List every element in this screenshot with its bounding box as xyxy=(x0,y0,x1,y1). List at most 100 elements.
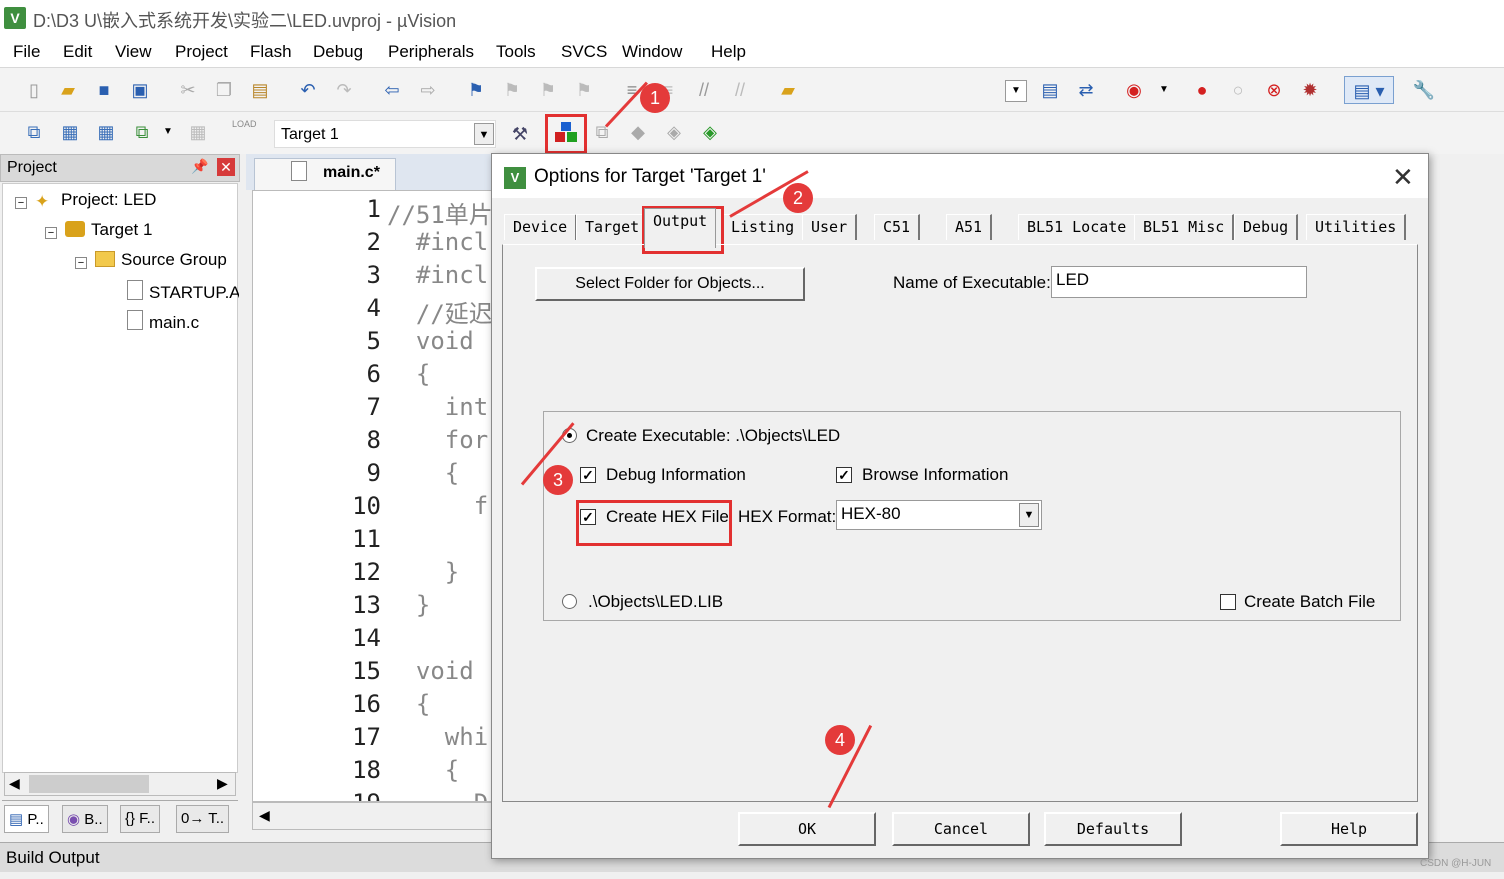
editor-horizontal-scrollbar[interactable]: ◀ xyxy=(252,802,502,830)
target-select-arrow-icon[interactable]: ▼ xyxy=(474,123,494,145)
target-select[interactable]: Target 1 xyxy=(274,120,496,148)
tab-functions[interactable]: {} F.. xyxy=(120,805,161,833)
menu-file[interactable]: File xyxy=(13,42,40,62)
breakpoint-kill-all-icon[interactable]: ✹ xyxy=(1298,78,1322,102)
close-icon[interactable]: ✕ xyxy=(217,158,235,176)
close-icon[interactable]: ✕ xyxy=(1392,162,1414,193)
ok-button[interactable]: OK xyxy=(738,812,876,846)
bookmark-icon[interactable]: ⚑ xyxy=(464,78,488,102)
batch-build-icon[interactable]: ⧉ xyxy=(130,120,154,144)
tab-debug[interactable]: Debug xyxy=(1234,214,1299,240)
create-batch-checkbox[interactable] xyxy=(1220,594,1236,610)
find-combo-arrow-icon[interactable]: ▼ xyxy=(1005,80,1027,102)
tab-bl51-misc[interactable]: BL51 Misc xyxy=(1134,214,1235,240)
tab-books[interactable]: ◉ B.. xyxy=(62,805,108,833)
manage-project-items-icon[interactable]: ⚒ xyxy=(508,122,532,146)
cancel-button[interactable]: Cancel xyxy=(892,812,1030,846)
undo-icon[interactable]: ↶ xyxy=(296,78,320,102)
name-exe-input[interactable]: LED xyxy=(1051,266,1307,298)
collapse-icon[interactable]: − xyxy=(15,197,27,209)
configure-icon[interactable]: 🔧 xyxy=(1412,78,1436,102)
software-packs-icon[interactable]: ◈ xyxy=(698,120,722,144)
tab-project[interactable]: ▤ P.. xyxy=(4,805,49,833)
batch-build-dropdown-icon[interactable]: ▼ xyxy=(156,120,180,144)
cut-icon[interactable]: ✂ xyxy=(176,78,200,102)
menu-peripherals[interactable]: Peripherals xyxy=(388,42,474,62)
tree-item-file[interactable]: STARTUP.A51 xyxy=(127,280,239,303)
redo-icon[interactable]: ↷ xyxy=(332,78,356,102)
save-icon[interactable]: ■ xyxy=(92,78,116,102)
breakpoint-disable-icon[interactable]: ○ xyxy=(1226,78,1250,102)
menu-view[interactable]: View xyxy=(115,42,152,62)
tab-templates[interactable]: 0→ T.. xyxy=(176,805,230,833)
menu-window[interactable]: Window xyxy=(622,42,682,62)
menu-tools[interactable]: Tools xyxy=(496,42,536,62)
tab-listing[interactable]: Listing xyxy=(722,214,805,240)
hex-format-select[interactable]: HEX-80 ▼ xyxy=(836,500,1042,530)
find-icon[interactable]: ▤ xyxy=(1038,78,1062,102)
menu-project[interactable]: Project xyxy=(175,42,228,62)
copy-icon[interactable]: ❐ xyxy=(212,78,236,102)
tab-c51[interactable]: C51 xyxy=(874,214,921,240)
download-load-icon[interactable]: LOAD xyxy=(232,118,257,142)
paste-icon[interactable]: ▤ xyxy=(248,78,272,102)
debug-dropdown-icon[interactable]: ▼ xyxy=(1152,78,1176,102)
browse-info-checkbox[interactable]: ✓ xyxy=(836,467,852,483)
start-debug-icon[interactable]: ◉ xyxy=(1122,78,1146,102)
open-folder-icon[interactable]: ▰ xyxy=(56,78,80,102)
select-folder-button[interactable]: Select Folder for Objects... xyxy=(535,267,805,301)
annotation-badge-4: 4 xyxy=(825,725,855,755)
comment-icon[interactable]: // xyxy=(692,78,716,102)
help-button[interactable]: Help xyxy=(1280,812,1418,846)
uncomment-icon[interactable]: // xyxy=(728,78,752,102)
tree-item-source-group[interactable]: Source Group xyxy=(95,250,227,270)
collapse-icon[interactable]: − xyxy=(45,227,57,239)
chevron-down-icon[interactable]: ▼ xyxy=(1019,503,1039,527)
menu-debug[interactable]: Debug xyxy=(313,42,363,62)
tab-a51[interactable]: A51 xyxy=(946,214,993,240)
tab-output[interactable]: Output xyxy=(644,208,717,248)
menu-help[interactable]: Help xyxy=(711,42,746,62)
breakpoint-disable-all-icon[interactable]: ⊗ xyxy=(1262,78,1286,102)
scroll-left-icon[interactable]: ◀ xyxy=(9,775,20,792)
code-editor[interactable]: 12345678910111213141516171819 //51单片 #in… xyxy=(252,190,502,802)
create-lib-radio[interactable] xyxy=(562,594,577,609)
menu-edit[interactable]: Edit xyxy=(63,42,92,62)
nav-forward-icon[interactable]: ⇨ xyxy=(416,78,440,102)
tree-item-project[interactable]: ✦ Project: LED xyxy=(35,190,156,211)
pack-installer-icon[interactable]: ◈ xyxy=(662,120,686,144)
build-icon[interactable]: ▦ xyxy=(58,120,82,144)
project-horizontal-scrollbar[interactable]: ◀ ▶ xyxy=(4,772,236,796)
scrollbar-thumb[interactable] xyxy=(29,775,149,793)
tree-item-file[interactable]: main.c xyxy=(127,310,199,333)
tree-item-target[interactable]: Target 1 xyxy=(65,220,152,240)
tab-device[interactable]: Device xyxy=(504,214,578,240)
new-file-icon[interactable]: ▯ xyxy=(22,78,46,102)
debug-info-checkbox[interactable]: ✓ xyxy=(580,467,596,483)
nav-back-icon[interactable]: ⇦ xyxy=(380,78,404,102)
tab-bl51-locate[interactable]: BL51 Locate xyxy=(1018,214,1137,240)
stop-build-icon[interactable]: ▦ xyxy=(186,120,210,144)
bookmark-next-icon[interactable]: ⚑ xyxy=(536,78,560,102)
window-layout-icon[interactable]: ▤ ▾ xyxy=(1344,76,1394,104)
bookmark-clear-icon[interactable]: ⚑ xyxy=(572,78,596,102)
find-in-files-icon[interactable]: ▰ xyxy=(776,78,800,102)
bookmark-prev-icon[interactable]: ⚑ xyxy=(500,78,524,102)
breakpoint-icon[interactable]: ● xyxy=(1190,78,1214,102)
incremental-find-icon[interactable]: ⇄ xyxy=(1074,78,1098,102)
scroll-right-icon[interactable]: ▶ xyxy=(217,775,228,792)
menu-svcs[interactable]: SVCS xyxy=(561,42,607,62)
tab-target[interactable]: Target xyxy=(576,214,650,240)
tab-user[interactable]: User xyxy=(802,214,858,240)
pin-icon[interactable]: 📌 xyxy=(191,158,208,175)
tab-utilities[interactable]: Utilities xyxy=(1306,214,1407,240)
translate-icon[interactable]: ⧉ xyxy=(22,120,46,144)
menu-flash[interactable]: Flash xyxy=(250,42,292,62)
manage-runtime-icon[interactable]: ◆ xyxy=(626,120,650,144)
defaults-button[interactable]: Defaults xyxy=(1044,812,1182,846)
save-all-icon[interactable]: ▣ xyxy=(128,78,152,102)
editor-tab-main-c[interactable]: main.c* xyxy=(254,158,396,190)
collapse-icon[interactable]: − xyxy=(75,257,87,269)
scroll-left-icon[interactable]: ◀ xyxy=(259,807,270,824)
rebuild-icon[interactable]: ▦ xyxy=(94,120,118,144)
